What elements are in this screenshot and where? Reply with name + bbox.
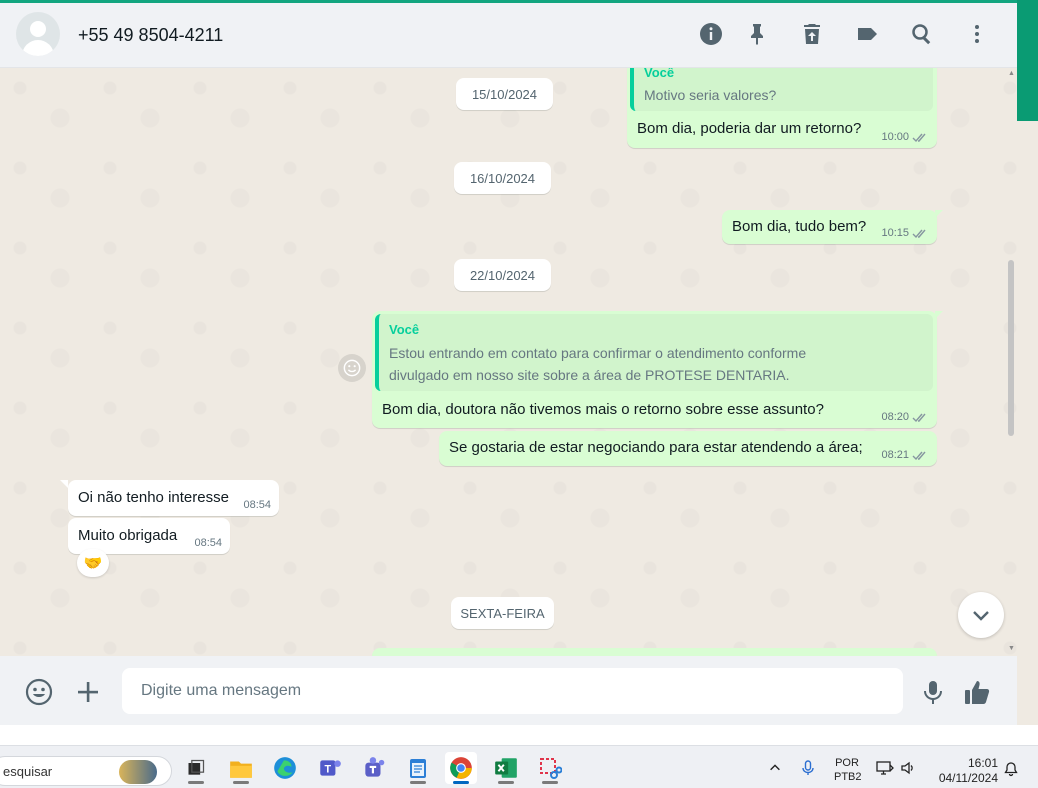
taskbar-search-text: esquisar: [3, 764, 53, 779]
message-time: 10:00: [881, 131, 909, 143]
message-bubble-out[interactable]: Você Motivo seria valores? Bom dia, pode…: [627, 68, 937, 148]
language-code: POR: [835, 757, 859, 769]
double-check-icon: [912, 228, 929, 239]
keyboard-layout-code: PTB2: [834, 771, 862, 783]
date-separator: 22/10/2024: [454, 259, 551, 291]
message-text: Bom dia, doutora não tivemos mais o reto…: [382, 401, 824, 418]
quoted-author: Você: [389, 322, 420, 337]
message-text: Se gostaria de estar negociando para est…: [449, 439, 863, 456]
network-icon[interactable]: [876, 760, 894, 788]
quoted-author: Você: [644, 68, 675, 80]
message-meta: 10:15: [881, 227, 929, 239]
quoted-text-line: divulgado em nosso site sobre a área de …: [389, 367, 790, 383]
message-text: Bom dia, poderia dar um retorno?: [637, 120, 862, 137]
quoted-text-line: Estou entrando em contato para confirmar…: [389, 345, 807, 361]
scroll-down-arrow[interactable]: ▼: [1008, 645, 1015, 652]
app-running-indicator: [498, 781, 514, 784]
quoted-message[interactable]: Você Estou entrando em contato para conf…: [375, 314, 933, 391]
message-bubble-in[interactable]: Oi não tenho interesse 08:54: [68, 480, 279, 516]
search-highlight-image: [119, 760, 157, 784]
chat-header: +55 49 8504-4211: [0, 3, 1017, 68]
message-meta: 10:00: [881, 131, 929, 143]
message-bubble-out[interactable]: Você Estou entrando em contato para conf…: [372, 311, 937, 428]
file-explorer-icon[interactable]: [225, 752, 257, 784]
date-separator: SEXTA-FEIRA: [451, 597, 554, 629]
app-running-indicator: [410, 781, 426, 784]
clock-date: 04/11/2024: [938, 771, 998, 785]
volume-icon[interactable]: [900, 760, 916, 788]
bubble-tail: [60, 480, 68, 488]
taskbar-search-box[interactable]: esquisar: [0, 756, 172, 786]
message-meta: 08:20: [881, 411, 929, 423]
message-text: Muito obrigada: [78, 527, 178, 544]
message-bubble-out[interactable]: [372, 648, 937, 656]
avatar-body-shape: [22, 40, 54, 56]
thumbs-up-icon[interactable]: [963, 678, 991, 706]
menu-icon[interactable]: [965, 22, 989, 46]
app-window: +55 49 8504-4211 ▲ ▼ Você Motivo seria v: [0, 0, 1038, 788]
chevron-down-icon: [973, 611, 989, 621]
message-time: 08:20: [881, 411, 909, 423]
input-language-indicator[interactable]: POR PTB2: [834, 756, 862, 788]
emoji-icon[interactable]: [25, 678, 53, 706]
double-check-icon: [912, 132, 929, 143]
notification-bell-icon[interactable]: [1003, 761, 1019, 777]
quoted-message[interactable]: Você Motivo seria valores?: [630, 68, 933, 111]
right-panel-accent: [1017, 0, 1038, 121]
info-icon[interactable]: [699, 22, 723, 46]
delete-icon[interactable]: [800, 22, 824, 46]
app-running-indicator: [233, 781, 249, 784]
label-icon[interactable]: [855, 22, 879, 46]
message-time: 08:54: [243, 499, 271, 511]
teams-icon[interactable]: [358, 752, 390, 784]
excel-icon[interactable]: [490, 752, 522, 784]
search-icon[interactable]: [910, 22, 934, 46]
message-time: 08:54: [194, 537, 222, 549]
message-meta: 08:54: [194, 537, 222, 549]
reaction-smiley-icon[interactable]: [338, 354, 366, 382]
app-running-indicator: [188, 781, 204, 784]
message-meta: 08:21: [881, 449, 929, 461]
double-check-icon: [912, 450, 929, 461]
show-hidden-icons-chevron-icon[interactable]: [768, 761, 782, 788]
svg-text:T: T: [325, 763, 332, 775]
contact-avatar[interactable]: [16, 12, 60, 56]
message-bubble-out[interactable]: Se gostaria de estar negociando para est…: [439, 431, 937, 466]
attach-plus-icon[interactable]: [74, 678, 102, 706]
message-text: Bom dia, tudo bem?: [732, 218, 867, 235]
teams-classic-icon[interactable]: T: [314, 752, 346, 784]
notepad-icon[interactable]: [402, 752, 434, 784]
message-time: 08:21: [881, 449, 909, 461]
microphone-tray-icon[interactable]: [800, 760, 816, 788]
message-time: 10:15: [881, 227, 909, 239]
message-list[interactable]: ▲ ▼ Você Motivo seria valores? Bom dia, …: [0, 68, 1017, 656]
message-reaction[interactable]: 🤝: [77, 549, 109, 577]
edge-browser-icon[interactable]: [269, 752, 301, 784]
windows-taskbar: esquisar T POR PTB2 16:01 04/11/2024: [0, 745, 1038, 788]
avatar-head-shape: [30, 21, 46, 37]
taskbar-clock[interactable]: 16:01 04/11/2024: [928, 756, 998, 788]
pin-icon[interactable]: [745, 22, 769, 46]
snipping-tool-icon[interactable]: [534, 752, 566, 784]
clock-time: 16:01: [967, 756, 998, 770]
message-input[interactable]: [122, 668, 903, 714]
app-running-indicator: [542, 781, 558, 784]
scrollbar-thumb[interactable]: [1008, 260, 1014, 436]
scroll-up-arrow[interactable]: ▲: [1008, 70, 1015, 77]
chrome-icon[interactable]: [445, 752, 477, 784]
app-running-indicator: [453, 781, 469, 784]
message-composer: [0, 656, 1017, 725]
contact-name[interactable]: +55 49 8504-4211: [78, 25, 223, 46]
double-check-icon: [912, 412, 929, 423]
message-meta: 08:54: [243, 499, 271, 511]
task-view-icon[interactable]: [180, 752, 212, 784]
quoted-text: Motivo seria valores?: [644, 87, 777, 103]
message-text: Oi não tenho interesse: [78, 489, 229, 506]
scroll-to-bottom-button[interactable]: [958, 592, 1004, 638]
microphone-icon[interactable]: [919, 678, 947, 706]
date-separator: 16/10/2024: [454, 162, 551, 194]
message-bubble-out[interactable]: Bom dia, tudo bem? 10:15: [722, 210, 937, 244]
window-bottom-gap: [0, 725, 1038, 745]
date-separator: 15/10/2024: [456, 78, 553, 110]
